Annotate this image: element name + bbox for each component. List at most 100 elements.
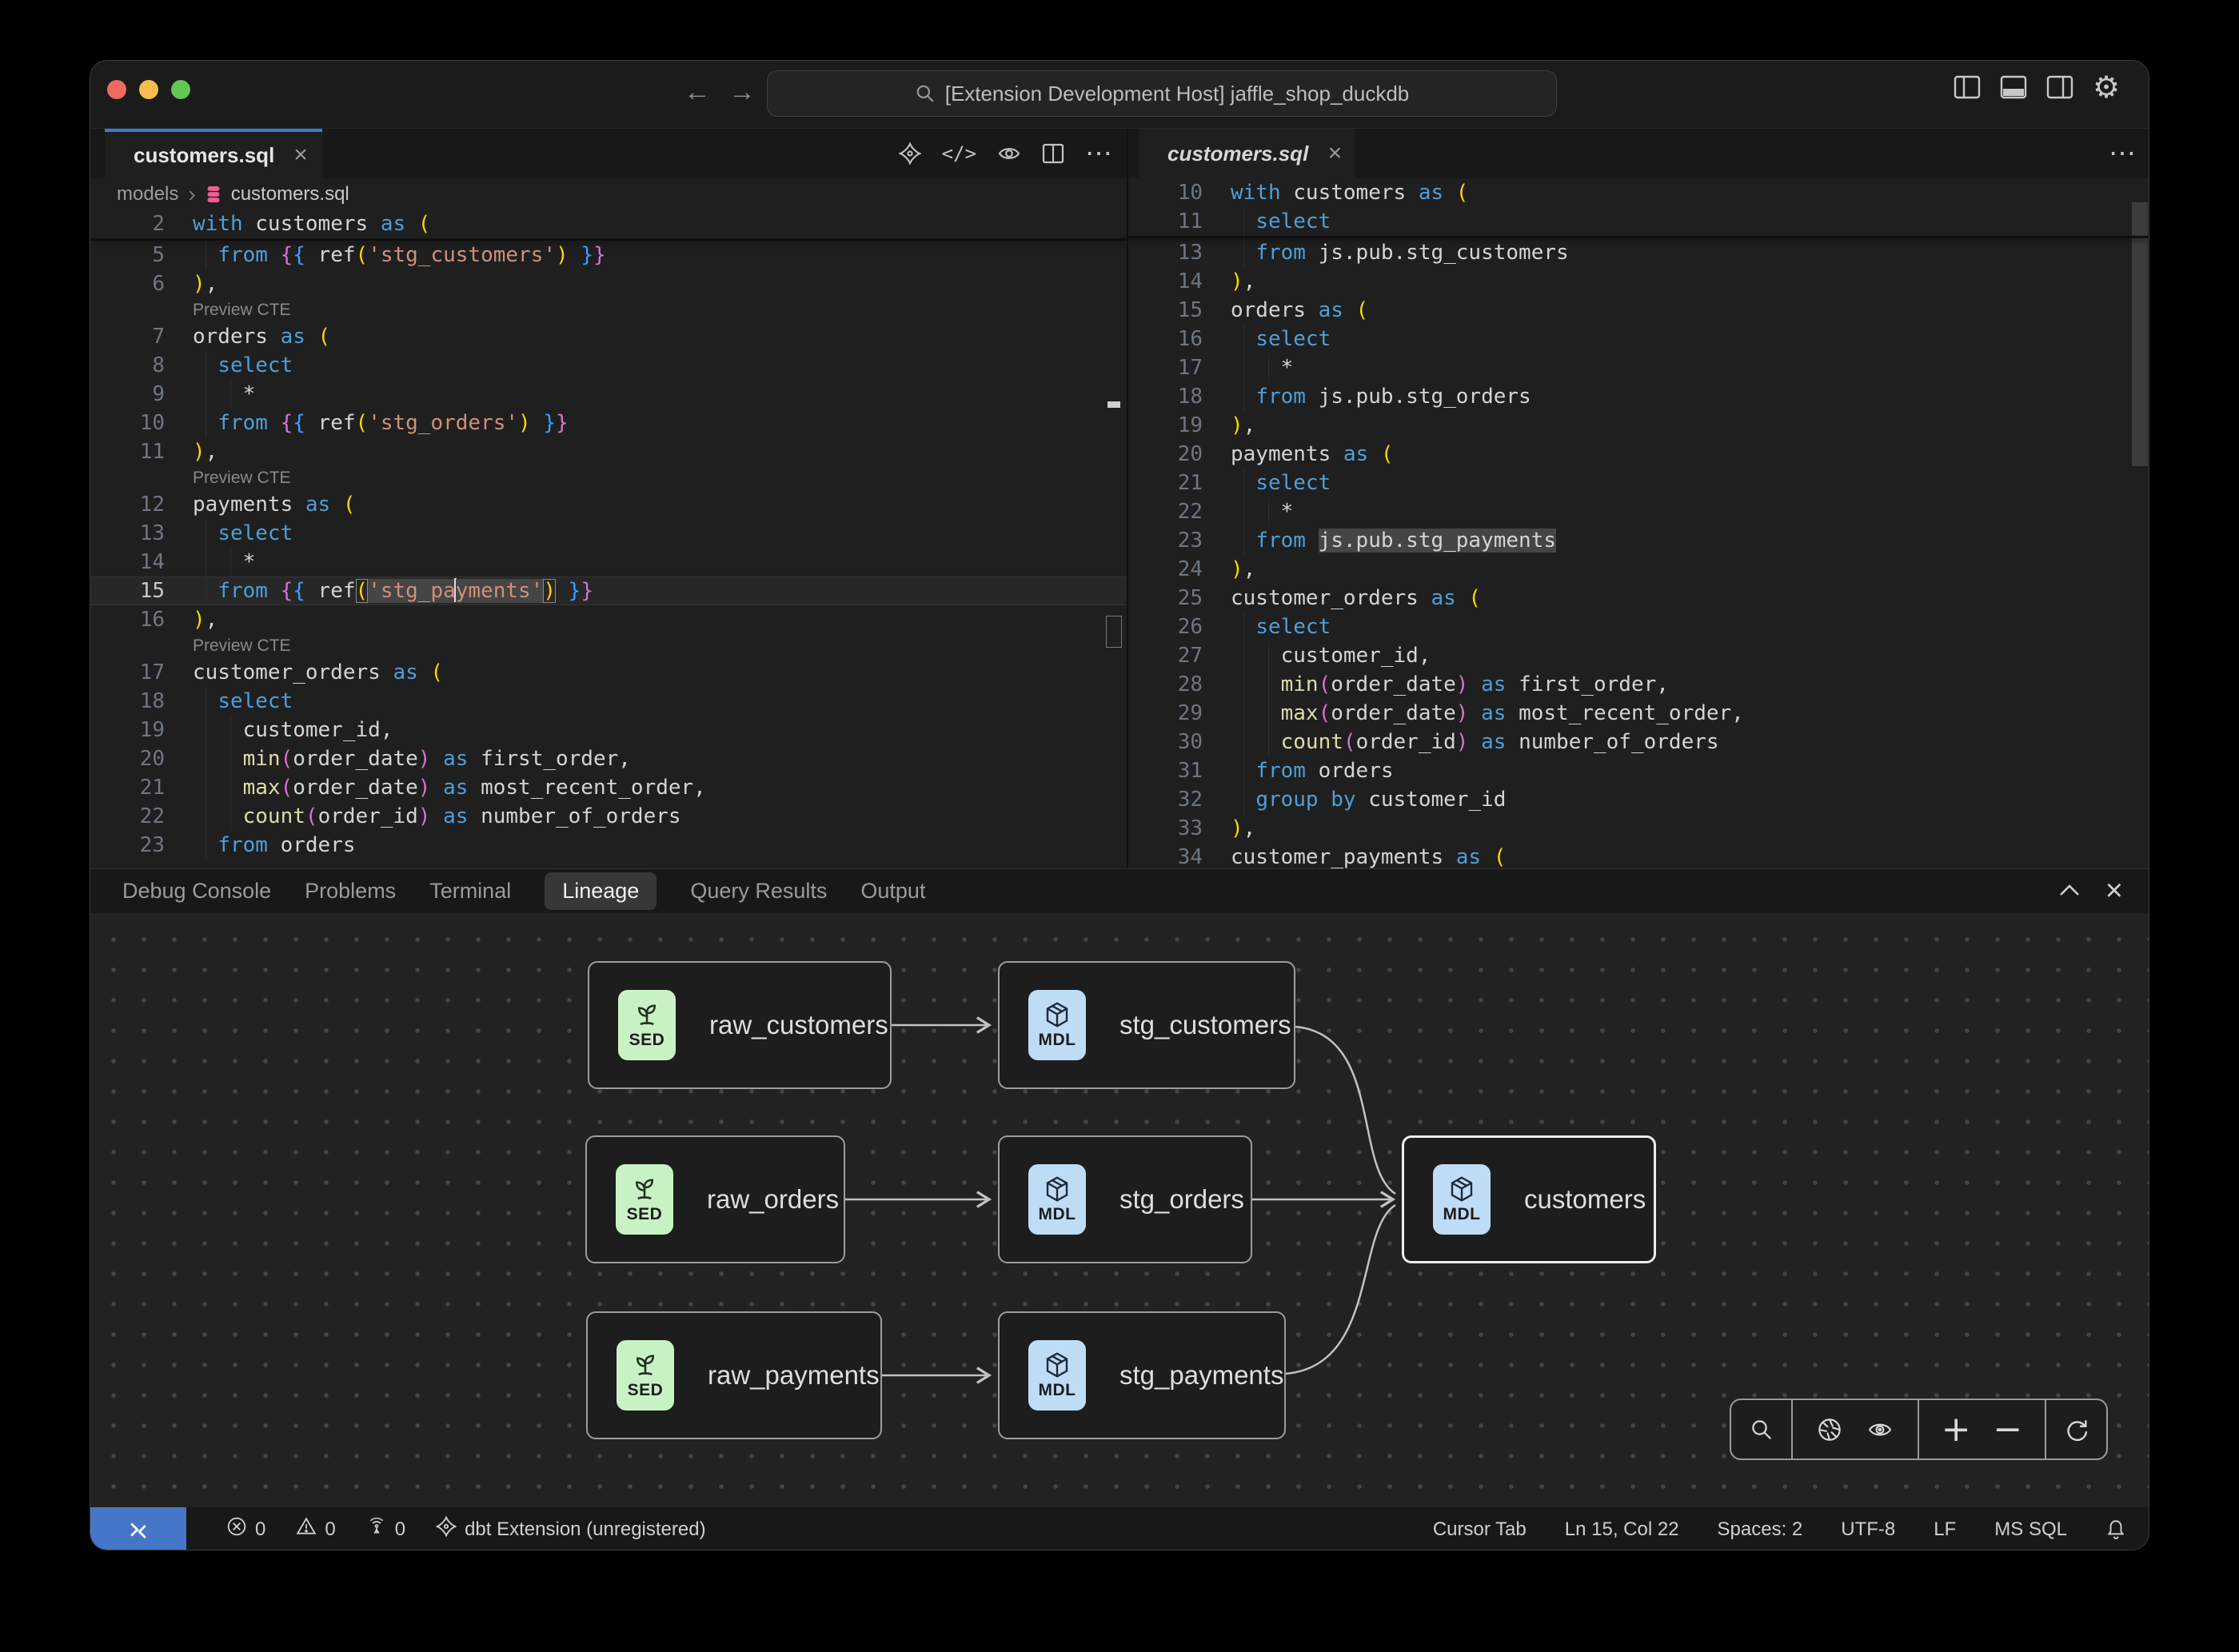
code-line-22[interactable]: 22 *	[1128, 497, 2149, 526]
code-line-30[interactable]: 30 count(order_id) as number_of_orders	[1128, 728, 2149, 756]
close-tab-icon[interactable]: ×	[293, 142, 308, 169]
code-line-26[interactable]: 26 select	[1128, 613, 2149, 641]
code-line-21[interactable]: 21 select	[1128, 469, 2149, 497]
code-line-11[interactable]: 11 select	[1128, 207, 2149, 236]
code-line-23[interactable]: 23 from orders	[90, 831, 1127, 860]
codelens-preview-cte[interactable]: Preview CTE	[90, 298, 1127, 322]
code-line-13[interactable]: 13 from js.pub.stg_customers	[1128, 238, 2149, 267]
status-warning[interactable]: 0	[296, 1516, 335, 1542]
close-window-button[interactable]	[107, 80, 126, 99]
toggle-panel-icon[interactable]	[2000, 75, 2027, 99]
breadcrumb-folder[interactable]: models	[117, 183, 178, 206]
split-editor-icon[interactable]	[1042, 143, 1064, 164]
code-line-18[interactable]: 18 from js.pub.stg_orders	[1128, 382, 2149, 411]
status-utf-8[interactable]: UTF-8	[1841, 1518, 1895, 1541]
panel-tab-lineage[interactable]: Lineage	[545, 872, 657, 910]
lineage-visibility-icon[interactable]	[1866, 1419, 1894, 1440]
code-line-22[interactable]: 22 count(order_id) as number_of_orders	[90, 802, 1127, 831]
lineage-node-raw_customers[interactable]: SEDraw_customers	[588, 961, 892, 1089]
code-line-20[interactable]: 20 min(order_date) as first_order,	[90, 744, 1127, 773]
status-error[interactable]: 0	[226, 1516, 265, 1542]
code-line-27[interactable]: 27 customer_id,	[1128, 641, 2149, 670]
toggle-secondary-sidebar-icon[interactable]	[2046, 75, 2073, 99]
more-actions-icon[interactable]: ⋯	[2109, 138, 2137, 170]
status-ms-sql[interactable]: MS SQL	[1994, 1518, 2067, 1541]
code-line-9[interactable]: 9 *	[90, 380, 1127, 409]
code-line-29[interactable]: 29 max(order_date) as most_recent_order,	[1128, 699, 2149, 728]
code-line-16[interactable]: 16 select	[1128, 325, 2149, 353]
maximize-panel-icon[interactable]	[2057, 883, 2081, 899]
close-tab-icon[interactable]: ×	[1327, 140, 1342, 167]
dbt-action-icon[interactable]	[899, 142, 921, 165]
maximize-window-button[interactable]	[171, 80, 190, 99]
code-line-19[interactable]: 19 customer_id,	[90, 716, 1127, 744]
code-line-13[interactable]: 13 select	[90, 519, 1127, 548]
codelens-preview-cte[interactable]: Preview CTE	[90, 466, 1127, 490]
lineage-node-stg_customers[interactable]: MDLstg_customers	[998, 961, 1295, 1089]
settings-gear-icon[interactable]: ⚙	[2093, 75, 2120, 99]
left-editor[interactable]: 2with customers as ( 5 from {{ ref('stg_c…	[90, 209, 1127, 868]
compile-code-icon[interactable]: </>	[942, 142, 976, 165]
code-line-12[interactable]: 12payments as (	[90, 490, 1127, 519]
right-editor-compiled-sql[interactable]: 10with customers as (11 select13 from js…	[1128, 178, 2149, 868]
code-line-5[interactable]: 5 from {{ ref('stg_customers') }}	[90, 241, 1127, 269]
code-line-17[interactable]: 17customer_orders as (	[90, 658, 1127, 687]
code-line-20[interactable]: 20payments as (	[1128, 440, 2149, 469]
code-line-10[interactable]: 10with customers as (	[1128, 178, 2149, 207]
code-line-17[interactable]: 17 *	[1128, 353, 2149, 382]
panel-tab-output[interactable]: Output	[860, 872, 925, 910]
status-lf[interactable]: LF	[1934, 1518, 1956, 1541]
command-center-search[interactable]: [Extension Development Host] jaffle_shop…	[767, 70, 1557, 117]
code-line-18[interactable]: 18 select	[90, 687, 1127, 716]
refresh-icon[interactable]	[2064, 1417, 2089, 1443]
code-line-19[interactable]: 19),	[1128, 411, 2149, 440]
toggle-primary-sidebar-icon[interactable]	[1954, 75, 1981, 99]
code-line-16[interactable]: 16),	[90, 605, 1127, 634]
code-line-32[interactable]: 32 group by customer_id	[1128, 785, 2149, 814]
code-line-21[interactable]: 21 max(order_date) as most_recent_order,	[90, 773, 1127, 802]
code-line-2[interactable]: 2with customers as (	[90, 209, 1127, 238]
editor-group-divider[interactable]	[1127, 129, 1128, 868]
code-line-33[interactable]: 33),	[1128, 814, 2149, 843]
status-spaces-2[interactable]: Spaces: 2	[1718, 1518, 1803, 1541]
code-line-14[interactable]: 14 *	[90, 548, 1127, 577]
back-icon[interactable]: ←	[684, 77, 711, 108]
tab-customers-sql-right[interactable]: customers.sql ×	[1139, 129, 1355, 178]
code-line-23[interactable]: 23 from js.pub.stg_payments	[1128, 526, 2149, 555]
notifications-bell-icon[interactable]	[2105, 1518, 2126, 1541]
code-line-7[interactable]: 7orders as (	[90, 322, 1127, 351]
code-line-14[interactable]: 14),	[1128, 267, 2149, 296]
lineage-search-icon[interactable]	[1750, 1418, 1774, 1442]
code-line-25[interactable]: 25customer_orders as (	[1128, 584, 2149, 613]
lineage-snapshot-icon[interactable]	[1817, 1417, 1842, 1443]
code-line-24[interactable]: 24),	[1128, 555, 2149, 584]
code-line-6[interactable]: 6),	[90, 269, 1127, 298]
lineage-node-customers[interactable]: MDLcustomers	[1402, 1135, 1656, 1263]
panel-tab-terminal[interactable]: Terminal	[429, 872, 511, 910]
panel-tab-debug-console[interactable]: Debug Console	[122, 872, 271, 910]
code-line-31[interactable]: 31 from orders	[1128, 756, 2149, 785]
lineage-canvas[interactable]: + − SEDraw_customersMDLstg_customersSEDr…	[90, 913, 2149, 1508]
zoom-in-icon[interactable]: +	[1942, 1412, 1971, 1447]
preview-eye-icon[interactable]	[997, 144, 1021, 163]
lineage-node-stg_orders[interactable]: MDLstg_orders	[998, 1135, 1252, 1263]
codelens-preview-cte[interactable]: Preview CTE	[90, 634, 1127, 658]
forward-icon[interactable]: →	[728, 77, 756, 108]
minimize-window-button[interactable]	[139, 80, 158, 99]
zoom-out-icon[interactable]: −	[1993, 1412, 2022, 1447]
code-line-10[interactable]: 10 from {{ ref('stg_orders') }}	[90, 409, 1127, 437]
status-dbt[interactable]: dbt Extension (unregistered)	[436, 1516, 706, 1542]
close-panel-icon[interactable]: ×	[2105, 877, 2123, 904]
more-actions-icon[interactable]: ⋯	[1085, 138, 1114, 170]
breadcrumb-file[interactable]: customers.sql	[231, 183, 349, 206]
panel-tab-query-results[interactable]: Query Results	[690, 872, 827, 910]
code-line-34[interactable]: 34customer_payments as (	[1128, 843, 2149, 868]
code-line-8[interactable]: 8 select	[90, 351, 1127, 380]
breadcrumb[interactable]: models › customers.sql	[90, 178, 1127, 209]
status-radio-tower[interactable]: 0	[366, 1516, 405, 1542]
status-ln-15-col-22[interactable]: Ln 15, Col 22	[1565, 1518, 1679, 1541]
code-line-28[interactable]: 28 min(order_date) as first_order,	[1128, 670, 2149, 699]
code-line-11[interactable]: 11),	[90, 437, 1127, 466]
remote-indicator[interactable]	[90, 1507, 186, 1550]
panel-tab-problems[interactable]: Problems	[305, 872, 396, 910]
